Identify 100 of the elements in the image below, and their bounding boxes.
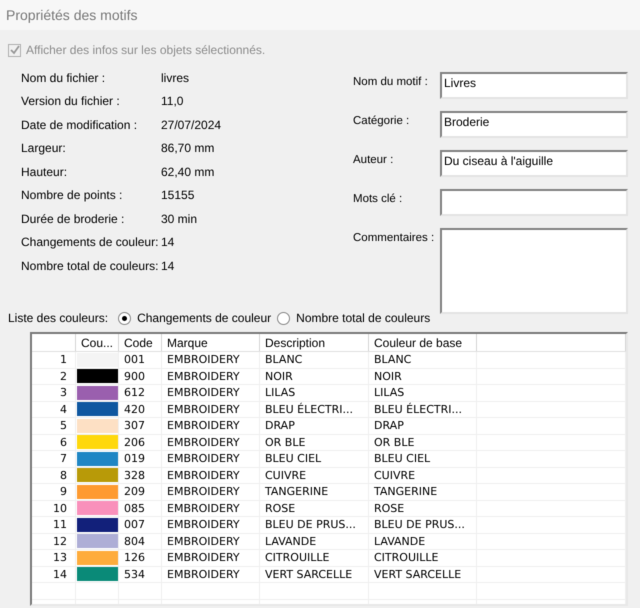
table-cell: ROSE: [260, 500, 369, 516]
info-label: Largeur:: [21, 141, 67, 156]
window-title: Propriétés des motifs: [6, 7, 138, 23]
checkbox-label: Afficher des infos sur les objets sélectionnés.: [26, 43, 266, 57]
table-cell: EMBROIDERY: [162, 368, 260, 384]
table-cell: OR BLE: [369, 434, 477, 450]
table-cell: EMBROIDERY: [162, 451, 260, 466]
row-number: 1: [32, 352, 76, 368]
table-cell: BLEU ÉLECTRI...: [369, 402, 477, 417]
info-value: livres: [161, 70, 190, 85]
field-label: Mots clé :: [353, 192, 404, 205]
table-cell: 085: [119, 500, 162, 516]
table-cell: 900: [119, 368, 162, 384]
table-cell: BLANC: [369, 352, 477, 368]
column-header[interactable]: Description: [260, 334, 369, 351]
table-cell: EMBROIDERY: [162, 534, 260, 549]
table-cell: CITROUILLE: [260, 550, 369, 566]
row-number: 12: [32, 534, 76, 549]
table-cell: EMBROIDERY: [162, 517, 260, 532]
comment-field[interactable]: [440, 228, 628, 314]
input-field[interactable]: Broderie: [440, 111, 628, 138]
table-cell: OR BLE: [260, 434, 369, 450]
row-number: 13: [32, 550, 76, 566]
row-number: 4: [32, 402, 76, 417]
row-number: 3: [32, 385, 76, 400]
field-label: Commentaires :: [353, 231, 436, 244]
field-label: Nom du motif :: [353, 75, 429, 88]
table-cell: BLEU ÉLECTRI...: [260, 402, 369, 417]
table-cell: EMBROIDERY: [162, 484, 260, 500]
row-number: 5: [32, 418, 76, 434]
table-cell: 126: [119, 550, 162, 566]
info-value: 14: [161, 235, 174, 250]
row-number: 14: [32, 566, 76, 582]
table-cell: 328: [119, 468, 162, 483]
table-cell: DRAP: [369, 418, 477, 434]
info-value: 30 min: [161, 212, 198, 226]
radio-button[interactable]: [277, 312, 290, 324]
column-header[interactable]: Cou...: [76, 334, 119, 351]
info-label: Nom du fichier :: [21, 70, 106, 85]
info-label: Version du fichier :: [21, 94, 121, 108]
info-value: 15155: [161, 188, 194, 202]
info-value: 11,0: [161, 94, 184, 108]
table-cell: VERT SARCELLE: [260, 566, 369, 582]
column-header[interactable]: Code: [119, 334, 162, 351]
info-label: Nombre de points :: [21, 188, 124, 202]
table-cell: EMBROIDERY: [162, 500, 260, 516]
table-cell: 420: [119, 402, 162, 417]
table-cell: 019: [119, 451, 162, 466]
row-number: 8: [32, 468, 76, 483]
table-cell: VERT SARCELLE: [369, 566, 477, 582]
table-cell: EMBROIDERY: [162, 468, 260, 483]
list-label: Liste des couleurs:: [8, 311, 108, 325]
table-cell: 001: [119, 352, 162, 368]
table-cell: EMBROIDERY: [162, 385, 260, 400]
row-number: 2: [32, 368, 76, 384]
table-cell: CUIVRE: [260, 468, 369, 483]
info-label: Durée de broderie :: [21, 212, 126, 226]
info-label: Nombre total de couleurs:: [21, 258, 160, 273]
info-value: 86,70 mm: [161, 141, 214, 156]
table-cell: 007: [119, 517, 162, 532]
table-cell: TANGERINE: [369, 484, 477, 500]
row-number: 11: [32, 517, 76, 532]
info-label: Date de modification :: [21, 118, 138, 132]
column-header[interactable]: Marque: [162, 334, 260, 351]
table-cell: EMBROIDERY: [162, 402, 260, 417]
table-cell: TANGERINE: [260, 484, 369, 500]
row-number: 10: [32, 500, 76, 516]
row-number: 9: [32, 484, 76, 500]
table-cell: LAVANDE: [260, 534, 369, 549]
table-cell: LAVANDE: [369, 534, 477, 549]
info-label: Hauteur:: [21, 164, 68, 179]
column-header[interactable]: Couleur de base: [369, 334, 477, 351]
field-label: Catégorie :: [353, 114, 410, 127]
table-cell: 804: [119, 534, 162, 549]
table-cell: EMBROIDERY: [162, 418, 260, 434]
input-field[interactable]: [440, 189, 628, 216]
input-field[interactable]: Livres: [440, 72, 628, 99]
info-value: 27/07/2024: [161, 118, 222, 132]
info-value: 62,40 mm: [161, 164, 214, 179]
table-cell: 307: [119, 418, 162, 434]
row-number: 6: [32, 434, 76, 450]
radio-label: Changements de couleur: [137, 311, 272, 325]
table-cell: CUIVRE: [369, 468, 477, 483]
radio-label: Nombre total de couleurs: [296, 311, 430, 325]
table-cell: EMBROIDERY: [162, 566, 260, 582]
table-cell: BLEU CIEL: [369, 451, 477, 466]
info-label: Changements de couleur:: [21, 235, 160, 250]
table-cell: DRAP: [260, 418, 369, 434]
table-cell: 209: [119, 484, 162, 500]
row-number: 7: [32, 451, 76, 466]
table-cell: 612: [119, 385, 162, 400]
table-cell: BLEU DE PRUS...: [369, 517, 477, 532]
info-value: 14: [161, 258, 174, 273]
input-field[interactable]: Du ciseau à l'aiguille: [440, 150, 628, 177]
table-cell: NOIR: [369, 368, 477, 384]
table-cell: 206: [119, 434, 162, 450]
table-cell: BLEU CIEL: [260, 451, 369, 466]
table-cell: LILAS: [369, 385, 477, 400]
radio-button[interactable]: [118, 312, 132, 324]
table-cell: CITROUILLE: [369, 550, 477, 566]
